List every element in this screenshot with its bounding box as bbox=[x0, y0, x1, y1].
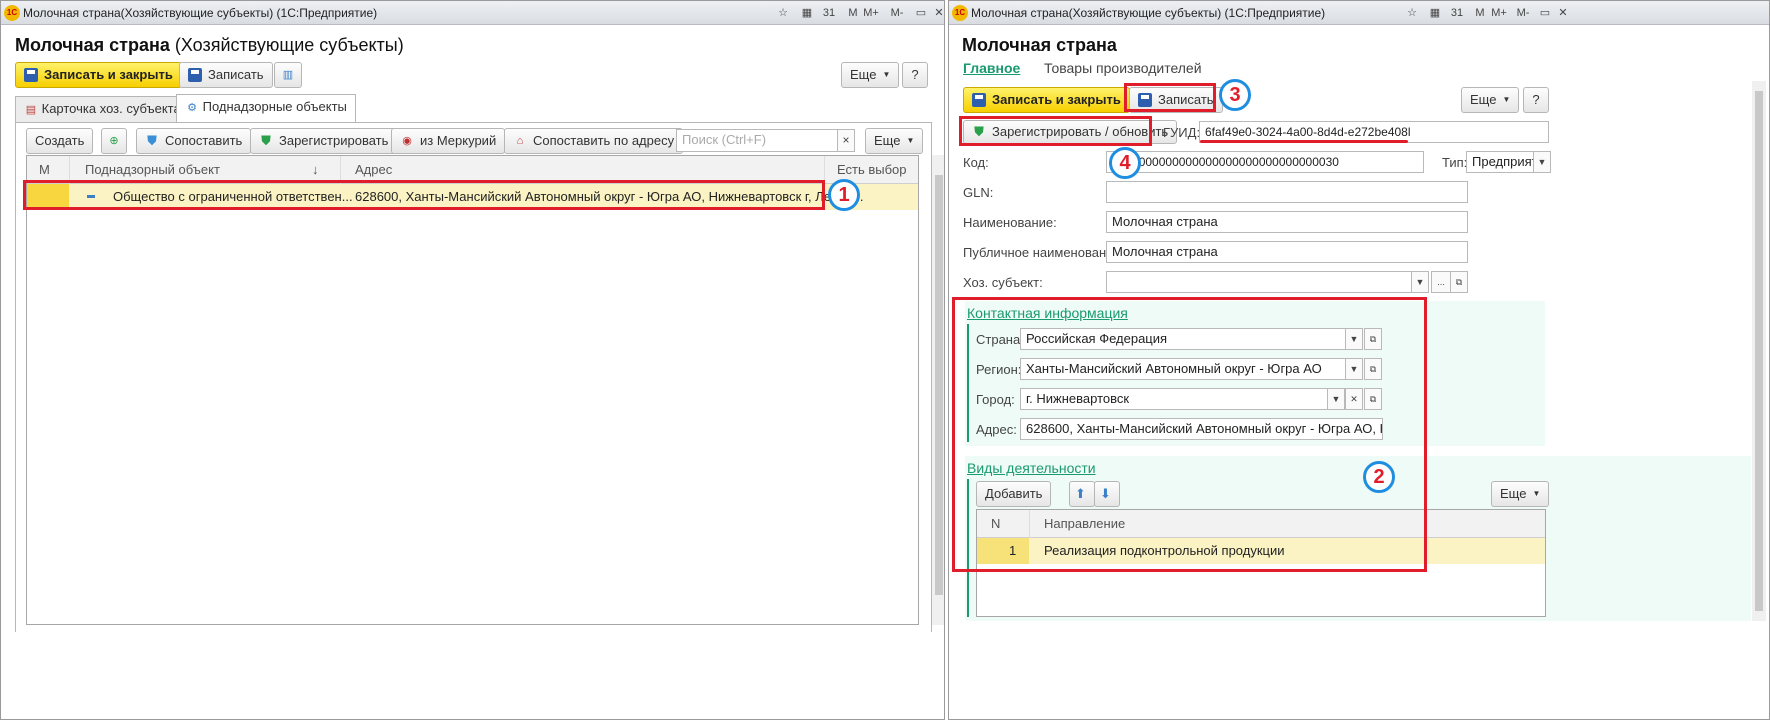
shield-icon: ⛊ bbox=[261, 133, 271, 148]
chevron-down-icon: ▼ bbox=[1532, 489, 1541, 498]
shield-icon: ⛊ bbox=[147, 133, 157, 148]
type-label: Тип: bbox=[1442, 155, 1468, 170]
memory-mminus-icon[interactable]: M- bbox=[1515, 5, 1531, 21]
save-icon bbox=[188, 68, 202, 82]
search-input[interactable]: Поиск (Ctrl+F) bbox=[676, 129, 838, 152]
add-copy-button[interactable]: ⊕ bbox=[101, 128, 127, 154]
scroll-thumb[interactable] bbox=[1755, 91, 1763, 611]
vertical-scrollbar[interactable] bbox=[1752, 81, 1766, 621]
match-button[interactable]: ⛊ Сопоставить bbox=[136, 128, 252, 154]
bookmark-icon[interactable]: ☆ bbox=[1404, 5, 1420, 21]
save-close-button[interactable]: Записать и закрыть bbox=[15, 62, 182, 88]
gln-field[interactable] bbox=[1106, 181, 1468, 203]
save-icon bbox=[24, 68, 38, 82]
memory-m-icon[interactable]: M bbox=[1472, 5, 1488, 21]
delete-button[interactable]: ▥ bbox=[274, 62, 302, 88]
more-button-objects[interactable]: Еще ▼ bbox=[865, 128, 924, 154]
onec-logo-icon: 1С bbox=[952, 5, 968, 21]
guid-underline bbox=[1200, 140, 1408, 143]
highlight-row-box bbox=[23, 180, 825, 210]
card-icon: ▤ bbox=[25, 104, 37, 116]
bookmark-icon[interactable]: ☆ bbox=[775, 5, 791, 21]
minimize-icon[interactable]: ▭ bbox=[1537, 5, 1553, 21]
left-window-title: Молочная страна(Хозяйствующие субъекты) … bbox=[23, 6, 378, 20]
code-field[interactable]: 0000000000000000000000000000000030 bbox=[1106, 151, 1424, 173]
save-close-button[interactable]: Записать и закрыть bbox=[963, 87, 1130, 113]
entity-field[interactable] bbox=[1106, 271, 1412, 293]
vertical-scrollbar[interactable] bbox=[932, 155, 944, 625]
house-icon: ⌂ bbox=[516, 135, 524, 147]
minimize-icon[interactable]: ▭ bbox=[913, 5, 929, 21]
calculator-icon[interactable]: ▦ bbox=[799, 5, 815, 21]
register-button[interactable]: ⛊ Зарегистрировать bbox=[250, 128, 398, 154]
highlight-register-box bbox=[959, 116, 1152, 146]
open-icon[interactable]: ⧉ bbox=[1450, 271, 1468, 293]
memory-mplus-icon[interactable]: M+ bbox=[863, 5, 879, 21]
chevron-down-icon: ▼ bbox=[1502, 95, 1511, 104]
close-icon[interactable]: ✕ bbox=[1555, 5, 1571, 21]
calendar-icon[interactable]: 31 bbox=[821, 5, 837, 21]
from-mercury-button[interactable]: ◉ из Меркурий bbox=[391, 128, 506, 154]
gln-label: GLN: bbox=[963, 185, 994, 200]
help-button[interactable]: ? bbox=[902, 62, 928, 88]
add-copy-icon: ⊕ bbox=[109, 135, 119, 147]
public-name-label: Публичное наименование: bbox=[963, 245, 1125, 260]
highlight-contact-box bbox=[952, 297, 1427, 572]
tab-supervised-objects[interactable]: ⚙ Поднадзорные объекты bbox=[176, 94, 356, 122]
scroll-thumb[interactable] bbox=[935, 175, 943, 595]
help-button[interactable]: ? bbox=[1523, 87, 1549, 113]
highlight-save-box bbox=[1124, 83, 1216, 112]
annotation-3: 3 bbox=[1219, 79, 1251, 111]
memory-mplus-icon[interactable]: M+ bbox=[1491, 5, 1507, 21]
nav-main[interactable]: Главное bbox=[963, 60, 1020, 76]
type-select[interactable]: Предприяти bbox=[1466, 151, 1534, 173]
memory-m-icon[interactable]: M bbox=[845, 5, 861, 21]
create-button[interactable]: Создать bbox=[26, 128, 94, 154]
right-window-title: Молочная страна(Хозяйствующие субъекты) … bbox=[971, 6, 1326, 20]
tab-entity-card[interactable]: ▤ Карточка хоз. субъекта bbox=[15, 96, 190, 122]
chevron-down-icon: ▼ bbox=[906, 136, 915, 145]
mercury-icon: ◉ bbox=[402, 135, 412, 147]
chevron-down-icon[interactable]: ▼ bbox=[1411, 271, 1429, 293]
objects-table: М Поднадзорный объект ↓ Адрес Есть выбор… bbox=[26, 155, 919, 625]
calendar-icon[interactable]: 31 bbox=[1449, 5, 1465, 21]
match-by-address-button[interactable]: ⌂ Сопоставить по адресу bbox=[504, 128, 684, 154]
name-field[interactable]: Молочная страна bbox=[1106, 211, 1468, 233]
annotation-1: 1 bbox=[828, 179, 860, 211]
save-button[interactable]: Записать bbox=[179, 62, 273, 88]
form-title: Молочная страна bbox=[962, 35, 1117, 55]
close-icon[interactable]: ✕ bbox=[931, 5, 944, 21]
search-clear-button[interactable]: × bbox=[837, 129, 855, 152]
left-titlebar: 1С Молочная страна(Хозяйствующие субъект… bbox=[1, 1, 944, 25]
left-window: 1С Молочная страна(Хозяйствующие субъект… bbox=[0, 0, 945, 720]
nav-manufacturer-goods[interactable]: Товары производителей bbox=[1044, 60, 1202, 76]
entity-label: Хоз. субъект: bbox=[963, 275, 1043, 290]
right-titlebar: 1С Молочная страна(Хозяйствующие субъект… bbox=[949, 1, 1769, 25]
memory-mminus-icon[interactable]: M- bbox=[889, 5, 905, 21]
select-ellipsis-button[interactable]: ... bbox=[1431, 271, 1451, 293]
guid-label: ГУИД: bbox=[1163, 125, 1201, 140]
chevron-down-icon[interactable]: ▼ bbox=[1533, 151, 1551, 173]
save-icon bbox=[972, 93, 986, 107]
more-button[interactable]: Еще ▼ bbox=[841, 62, 900, 88]
activities-more-button[interactable]: Еще ▼ bbox=[1491, 481, 1550, 507]
trash-icon: ▥ bbox=[282, 69, 294, 81]
annotation-4: 4 bbox=[1109, 147, 1141, 179]
code-label: Код: bbox=[963, 155, 989, 170]
more-button[interactable]: Еще ▼ bbox=[1461, 87, 1520, 113]
name-label: Наименование: bbox=[963, 215, 1057, 230]
calculator-icon[interactable]: ▦ bbox=[1427, 5, 1443, 21]
page-title: Молочная страна (Хозяйствующие субъекты) bbox=[15, 35, 404, 55]
chevron-down-icon: ▼ bbox=[882, 70, 891, 79]
annotation-2: 2 bbox=[1363, 461, 1395, 493]
onec-logo-icon: 1С bbox=[4, 5, 20, 21]
public-name-field[interactable]: Молочная страна bbox=[1106, 241, 1468, 263]
objects-icon: ⚙ bbox=[187, 102, 197, 114]
